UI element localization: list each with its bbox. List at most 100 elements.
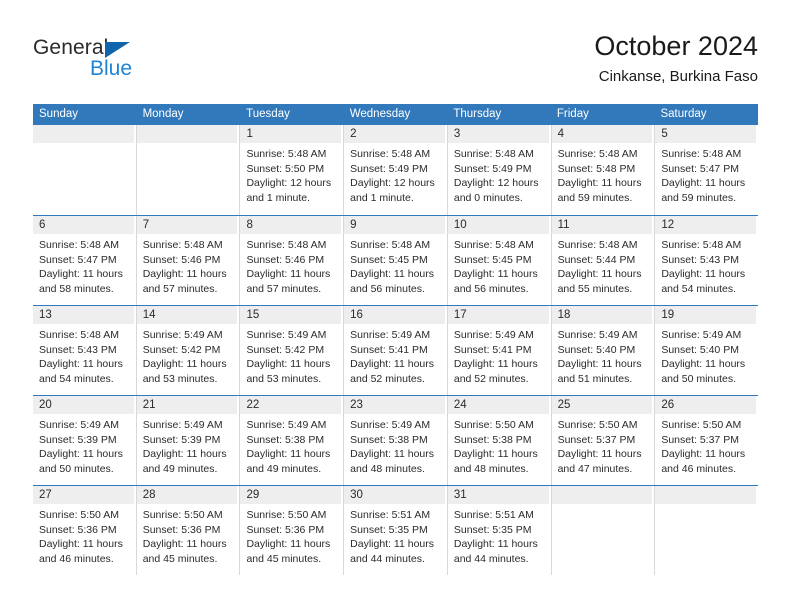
calendar-day-cell[interactable]: 13 Sunrise: 5:48 AM Sunset: 5:43 PM Dayligh… <box>33 306 137 395</box>
sunset-text: Sunset: 5:49 PM <box>453 162 532 175</box>
calendar-grid: Sunday Monday Tuesday Wednesday Thursday Frid… <box>33 104 759 575</box>
day-details: Sunrise: 5:49 AM Sunset: 5:42 PM Daylight:… <box>137 324 240 386</box>
calendar-day-cell[interactable]: 11 Sunrise: 5:48 AM Sunset: 5:44 PM Dayligh… <box>551 216 656 305</box>
sunrise-text: Sunrise: 5:51 AM <box>350 509 431 521</box>
sunset-text: Sunset: 5:43 PM <box>39 343 117 356</box>
calendar-day-cell[interactable]: 8 Sunrise: 5:48 AM Sunset: 5:46 PM Daylight… <box>240 216 345 305</box>
calendar-day-cell[interactable]: 2 Sunrise: 5:48 AM Sunset: 5:49 PM Daylight… <box>344 125 448 215</box>
day-details: Sunrise: 5:48 AM Sunset: 5:46 PM Daylight:… <box>137 234 240 296</box>
calendar-day-cell[interactable]: 24 Sunrise: 5:50 AM Sunset: 5:38 PM Dayligh… <box>447 396 552 485</box>
day-details: Sunrise: 5:48 AM Sunset: 5:43 PM Daylight:… <box>655 234 758 296</box>
sunrise-text: Sunrise: 5:50 AM <box>661 419 742 431</box>
day-details: Sunrise: 5:50 AM Sunset: 5:36 PM Daylight:… <box>240 504 343 566</box>
day-number: 23 <box>350 399 363 411</box>
triangle-icon <box>105 42 130 58</box>
day-number: 29 <box>246 489 260 501</box>
day-number: 11 <box>557 219 570 231</box>
calendar-day-cell[interactable]: 9 Sunrise: 5:48 AM Sunset: 5:45 PM Daylight… <box>344 216 448 305</box>
sunrise-text: Sunrise: 5:49 AM <box>661 329 742 341</box>
sunset-text: Sunset: 5:44 PM <box>557 253 636 266</box>
calendar-day-cell[interactable]: 14 Sunrise: 5:49 AM Sunset: 5:42 PM Dayligh… <box>136 306 241 395</box>
daylight-text: Daylight: 11 hours and 57 minutes. <box>142 268 227 295</box>
calendar-day-cell[interactable]: 17 Sunrise: 5:49 AM Sunset: 5:41 PM Dayligh… <box>447 306 552 395</box>
calendar-day-cell[interactable]: 6 Sunrise: 5:48 AM Sunset: 5:47 PM Daylight… <box>33 216 137 305</box>
calendar-day-cell[interactable]: 19 Sunrise: 5:49 AM Sunset: 5:40 PM Dayligh… <box>655 306 759 395</box>
date-band <box>240 216 342 234</box>
sunrise-text: Sunrise: 5:49 AM <box>142 419 223 431</box>
calendar-day-cell[interactable]: 1 Sunrise: 5:48 AM Sunset: 5:50 PM Daylight… <box>240 125 345 215</box>
calendar-day-cell[interactable]: 3 Sunrise: 5:48 AM Sunset: 5:49 PM Daylight… <box>447 125 552 215</box>
calendar-day-cell-empty <box>33 125 137 215</box>
day-details: Sunrise: 5:49 AM Sunset: 5:41 PM Daylight:… <box>448 324 551 386</box>
calendar-day-cell[interactable]: 15 Sunrise: 5:49 AM Sunset: 5:42 PM Dayligh… <box>240 306 345 395</box>
calendar-day-cell[interactable]: 25 Sunrise: 5:50 AM Sunset: 5:37 PM Dayligh… <box>551 396 656 485</box>
calendar-day-cell[interactable]: 10 Sunrise: 5:48 AM Sunset: 5:45 PM Dayligh… <box>447 216 552 305</box>
calendar-day-cell[interactable]: 5 Sunrise: 5:48 AM Sunset: 5:47 PM Daylight… <box>655 125 759 215</box>
daylight-text: Daylight: 11 hours and 51 minutes. <box>557 358 642 385</box>
calendar-day-cell[interactable]: 26 Sunrise: 5:50 AM Sunset: 5:37 PM Dayligh… <box>655 396 759 485</box>
daylight-text: Daylight: 11 hours and 45 minutes. <box>246 538 331 565</box>
daylight-text: Daylight: 11 hours and 56 minutes. <box>350 268 435 295</box>
calendar-day-cell[interactable]: 18 Sunrise: 5:49 AM Sunset: 5:40 PM Dayligh… <box>551 306 656 395</box>
day-number: 4 <box>557 128 564 140</box>
sunset-text: Sunset: 5:41 PM <box>350 343 428 356</box>
day-details: Sunrise: 5:48 AM Sunset: 5:48 PM Daylight:… <box>552 143 655 205</box>
daylight-text: Daylight: 11 hours and 58 minutes. <box>39 268 123 295</box>
daylight-text: Daylight: 11 hours and 59 minutes. <box>661 177 746 204</box>
date-band <box>33 216 134 234</box>
sunrise-text: Sunrise: 5:49 AM <box>246 329 327 341</box>
daylight-text: Daylight: 11 hours and 44 minutes. <box>453 538 538 565</box>
date-band <box>344 125 445 143</box>
calendar-week-row: 20 Sunrise: 5:49 AM Sunset: 5:39 PM Dayligh… <box>33 395 759 485</box>
title-block: October 2024 Cinkanse, Burkina Faso <box>594 30 758 88</box>
calendar-day-cell[interactable]: 4 Sunrise: 5:48 AM Sunset: 5:48 PM Daylight… <box>551 125 656 215</box>
day-number: 21 <box>142 399 156 411</box>
calendar-body: 1 Sunrise: 5:48 AM Sunset: 5:50 PM Daylight… <box>33 125 759 575</box>
day-details: Sunrise: 5:48 AM Sunset: 5:45 PM Daylight:… <box>448 234 551 296</box>
daylight-text: Daylight: 11 hours and 48 minutes. <box>453 448 538 475</box>
sunset-text: Sunset: 5:37 PM <box>557 433 636 446</box>
calendar-day-cell[interactable]: 7 Sunrise: 5:48 AM Sunset: 5:46 PM Daylight… <box>136 216 241 305</box>
day-details: Sunrise: 5:49 AM Sunset: 5:38 PM Daylight:… <box>344 414 447 476</box>
calendar-day-cell[interactable]: 12 Sunrise: 5:48 AM Sunset: 5:43 PM Dayligh… <box>655 216 759 305</box>
sunset-text: Sunset: 5:40 PM <box>557 343 636 356</box>
day-number: 5 <box>661 128 668 140</box>
calendar-day-cell[interactable]: 28 Sunrise: 5:50 AM Sunset: 5:36 PM Dayligh… <box>136 486 241 575</box>
calendar-page: General Blue October 2024 Cinkanse, Burk… <box>0 0 792 612</box>
calendar-day-cell[interactable]: 29 Sunrise: 5:50 AM Sunset: 5:36 PM Dayligh… <box>240 486 345 575</box>
daylight-text: Daylight: 11 hours and 52 minutes. <box>453 358 538 385</box>
calendar-day-cell[interactable]: 16 Sunrise: 5:49 AM Sunset: 5:41 PM Dayligh… <box>344 306 448 395</box>
day-number: 16 <box>350 309 363 321</box>
day-number: 19 <box>661 309 675 321</box>
day-number: 30 <box>350 489 363 501</box>
calendar-day-cell[interactable]: 23 Sunrise: 5:49 AM Sunset: 5:38 PM Dayligh… <box>344 396 448 485</box>
date-band <box>551 125 653 143</box>
date-band <box>655 486 757 504</box>
daylight-text: Daylight: 11 hours and 48 minutes. <box>350 448 435 475</box>
page-header: General Blue October 2024 Cinkanse, Burk… <box>33 30 758 96</box>
daylight-text: Daylight: 11 hours and 57 minutes. <box>246 268 331 295</box>
sunrise-text: Sunrise: 5:48 AM <box>350 239 431 251</box>
sunrise-text: Sunrise: 5:49 AM <box>350 329 431 341</box>
daylight-text: Daylight: 11 hours and 49 minutes. <box>142 448 227 475</box>
day-number: 7 <box>142 219 150 231</box>
calendar-day-cell[interactable]: 21 Sunrise: 5:49 AM Sunset: 5:39 PM Dayligh… <box>136 396 241 485</box>
date-band <box>136 216 238 234</box>
day-number: 1 <box>246 128 253 140</box>
day-details: Sunrise: 5:50 AM Sunset: 5:37 PM Daylight:… <box>552 414 655 476</box>
calendar-day-cell[interactable]: 31 Sunrise: 5:51 AM Sunset: 5:35 PM Dayligh… <box>447 486 552 575</box>
calendar-day-cell[interactable]: 27 Sunrise: 5:50 AM Sunset: 5:36 PM Dayligh… <box>33 486 137 575</box>
calendar-day-cell-empty <box>136 125 241 215</box>
sunset-text: Sunset: 5:39 PM <box>39 433 117 446</box>
calendar-day-cell[interactable]: 30 Sunrise: 5:51 AM Sunset: 5:35 PM Dayligh… <box>344 486 448 575</box>
sunrise-text: Sunrise: 5:50 AM <box>246 509 327 521</box>
sunset-text: Sunset: 5:45 PM <box>350 253 428 266</box>
sunrise-text: Sunrise: 5:48 AM <box>39 329 119 341</box>
sunrise-text: Sunrise: 5:48 AM <box>661 239 742 251</box>
day-details: Sunrise: 5:49 AM Sunset: 5:39 PM Daylight:… <box>137 414 240 476</box>
calendar-day-cell[interactable]: 20 Sunrise: 5:49 AM Sunset: 5:39 PM Dayligh… <box>33 396 137 485</box>
calendar-day-cell[interactable]: 22 Sunrise: 5:49 AM Sunset: 5:38 PM Dayligh… <box>240 396 345 485</box>
sunrise-text: Sunrise: 5:51 AM <box>453 509 534 521</box>
sunset-text: Sunset: 5:46 PM <box>142 253 221 266</box>
day-number: 6 <box>39 219 46 231</box>
